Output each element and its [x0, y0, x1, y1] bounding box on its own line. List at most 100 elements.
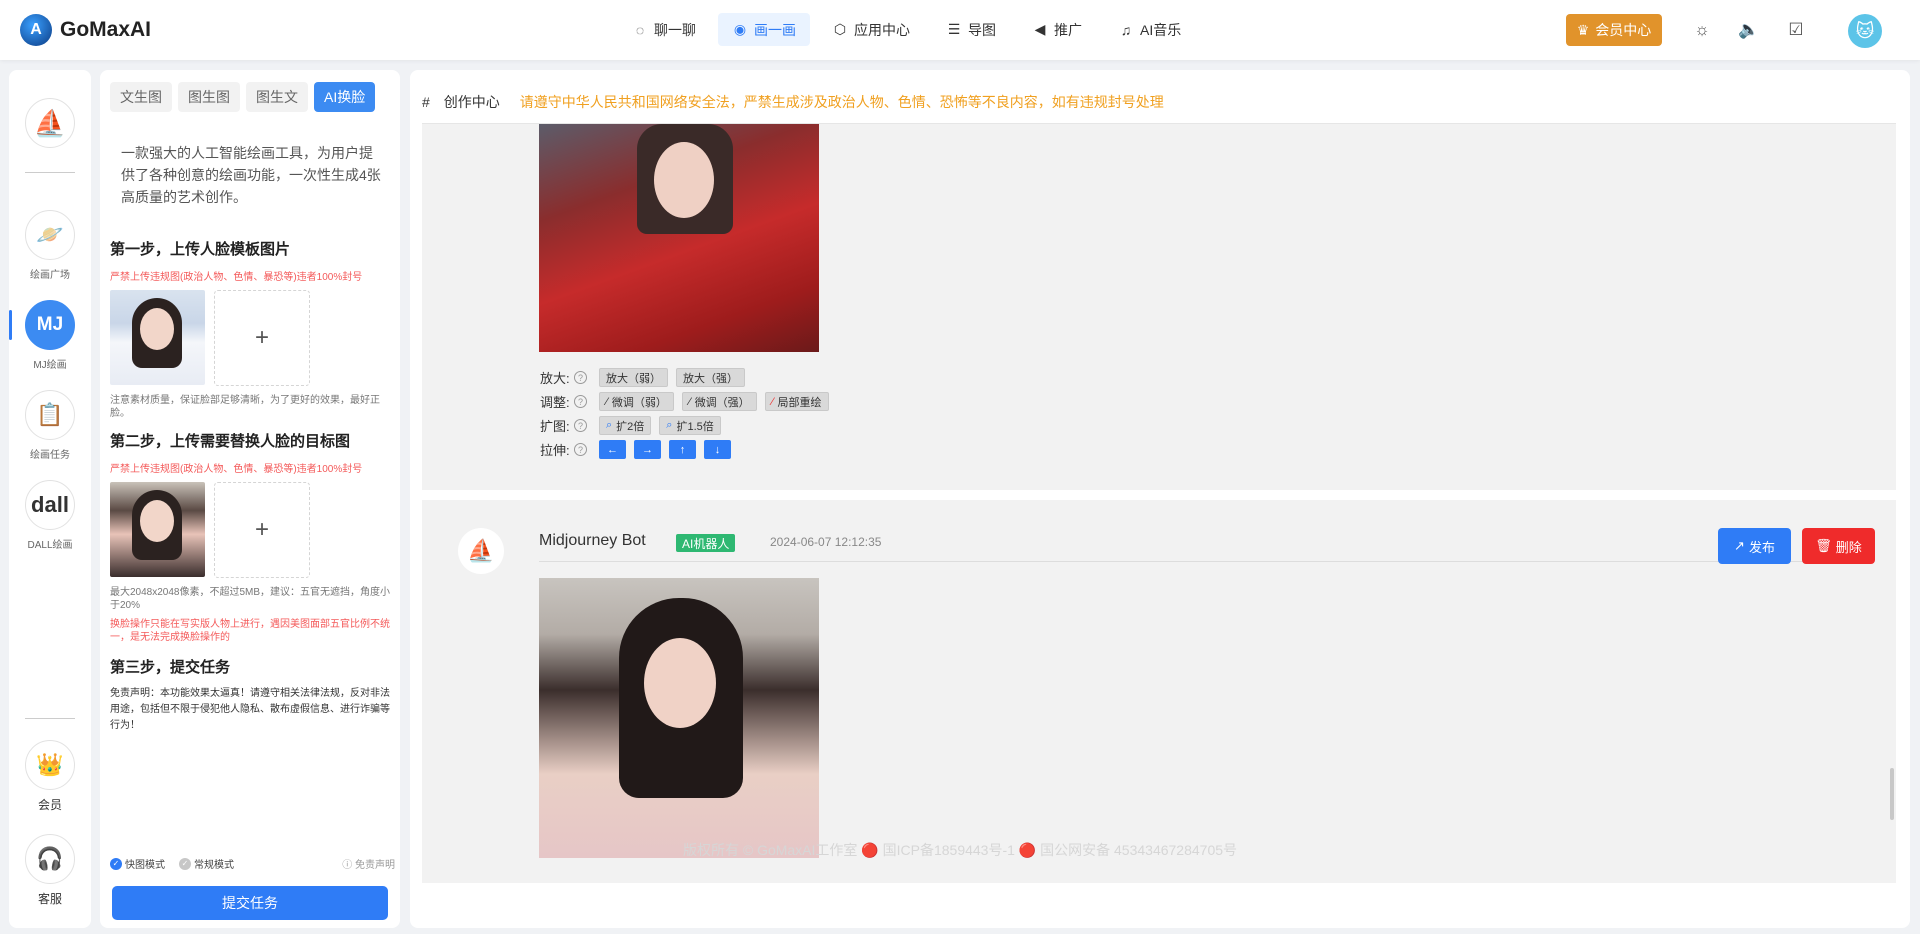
control-label: 拉伸: — [540, 443, 570, 458]
pan-right-button[interactable]: → — [634, 440, 661, 459]
chip-label: 扩1.5倍 — [676, 420, 714, 433]
safety-notice: 请遵守中华人民共和国网络安全法，严禁生成涉及政治人物、色情、恐怖等不良内容，如有… — [519, 94, 1164, 110]
mode-tabs: 文生图 图生图 图生文 AI换脸 — [110, 82, 376, 112]
volume-icon[interactable]: 🔈 — [1737, 18, 1761, 42]
thumb-face — [140, 308, 174, 350]
bot-avatar-sail-icon: ⛵ — [458, 528, 504, 574]
question-icon[interactable]: ? — [574, 443, 587, 456]
disclaimer-text: 免责声明：本功能效果太逼真！请遵守相关法律法规，反对非法用途，包括但不限于侵犯他… — [110, 688, 390, 731]
nav-music[interactable]: ♫ AI音乐 — [1104, 13, 1195, 46]
rail-label: 会员 — [37, 798, 62, 812]
logo-icon: A — [20, 14, 52, 46]
pan-left-button[interactable]: ← — [599, 440, 626, 459]
palette-icon: ◉ — [733, 21, 747, 37]
submit-task-button[interactable]: 提交任务 — [112, 886, 388, 920]
rail-item-tasks[interactable]: 📋 绘画任务 — [9, 390, 91, 461]
control-label: 调整: — [540, 395, 570, 410]
vary-strong-button[interactable]: ⁄ 微调（强） — [681, 392, 757, 411]
step2-note: 最大2048x2048像素，不超过5MB，建议：五官无遮挡，角度小于20% — [110, 587, 391, 611]
nav-chat[interactable]: ◌ 聊一聊 — [618, 13, 710, 46]
nav-label: 推广 — [1054, 21, 1082, 38]
theme-sun-icon[interactable]: ☼ — [1690, 18, 1714, 42]
button-label: 发布 — [1748, 539, 1775, 555]
thumb-face — [140, 500, 174, 542]
tab-face-swap[interactable]: AI换脸 — [314, 82, 376, 112]
zoom-strong-button[interactable]: 放大（强） — [676, 368, 745, 387]
rail-item-mj[interactable]: MJ MJ绘画 — [9, 300, 91, 371]
nav-draw[interactable]: ◉ 画一画 — [718, 13, 810, 46]
tab-image-to-text[interactable]: 图生文 — [246, 82, 308, 112]
left-rail: ⛵ 🪐 绘画广场 MJ MJ绘画 📋 绘画任务 dall DALL绘画 👑 会员… — [9, 70, 91, 928]
chip-label: 微调（弱） — [611, 396, 667, 409]
message-divider — [539, 561, 1869, 562]
zoom-weak-button[interactable]: 放大（弱） — [599, 368, 668, 387]
vary-subtle-button[interactable]: ⁄ 微调（弱） — [599, 392, 674, 411]
face-template-upload[interactable]: + — [214, 290, 310, 386]
nav-apps[interactable]: ⬡ 应用中心 — [818, 13, 924, 46]
checkin-icon[interactable]: ☑ — [1784, 18, 1808, 42]
button-label: 删除 — [1835, 539, 1862, 555]
chat-bubble-icon: ◌ — [635, 21, 645, 38]
rail-label: DALL绘画 — [27, 540, 73, 551]
step2-note-red: 换脸操作只能在写实版人物上进行，遇因美图面部五官比例不统一，是无法完成换脸操作的 — [110, 619, 390, 643]
message-timestamp: 2024-06-07 12:12:35 — [770, 535, 882, 549]
chat-feed[interactable]: 放大: ? 放大（弱） 放大（强） 调整: ? ⁄ 微调（弱） ⁄ 微调（强） ⁄ 局… — [422, 123, 1896, 883]
megaphone-icon: ◀ — [1034, 21, 1046, 37]
chip-label: 局部重绘 — [777, 396, 822, 409]
magic-wand-icon: ⁄ — [688, 395, 691, 408]
hash-icon: # — [422, 94, 430, 110]
question-icon[interactable]: ? — [574, 395, 587, 408]
footer-copyright: 版权所有 © GoMaxAI工作室 🔴 国ICP备1859443号-1 🔴 国公… — [682, 842, 1238, 858]
rail-divider — [25, 718, 75, 719]
nav-promote[interactable]: ◀ 推广 — [1018, 13, 1096, 46]
adjust-controls: 调整: ? ⁄ 微调（弱） ⁄ 微调（强） ⁄ 局部重绘 — [540, 392, 837, 411]
crown-icon: ♛ — [1576, 21, 1590, 38]
question-icon[interactable]: ? — [574, 419, 587, 432]
zoom-controls: 放大: ? 放大（弱） 放大（强） — [540, 368, 753, 387]
cube-icon: ⬡ — [833, 21, 847, 37]
settings-panel: 文生图 图生图 图生文 AI换脸 一款强大的人工智能绘画工具，为用户提供了各种创… — [100, 70, 400, 928]
ai-bot-badge: AI机器人 — [676, 534, 736, 552]
rail-item-vip[interactable]: 👑 会员 — [9, 740, 91, 813]
clipboard-icon: 📋 — [25, 390, 75, 440]
image-face — [654, 142, 714, 218]
question-icon: ⓘ — [342, 860, 355, 871]
stretch-controls: 拉伸: ? ← → ↑ ↓ — [540, 440, 739, 459]
vip-center-button[interactable]: ♛ 会员中心 — [1566, 14, 1662, 46]
app-logo[interactable]: A GoMaxAI — [20, 14, 151, 46]
rail-item-gallery[interactable]: 🪐 绘画广场 — [9, 210, 91, 281]
zoom-out-1-5x-button[interactable]: ⌕ 扩1.5倍 — [659, 416, 721, 435]
target-image-thumbnail[interactable] — [110, 482, 205, 577]
music-note-icon: ♫ — [1120, 21, 1132, 38]
vary-region-button[interactable]: ⁄ 局部重绘 — [764, 392, 829, 411]
step2-title: 第二步，上传需要替换人脸的目标图 — [110, 433, 351, 450]
nav-label: 导图 — [968, 21, 996, 38]
nav-label: 聊一聊 — [654, 21, 696, 38]
creation-center: # 创作中心 请遵守中华人民共和国网络安全法，严禁生成涉及政治人物、色情、恐怖等… — [410, 70, 1910, 928]
question-icon[interactable]: ? — [574, 371, 587, 384]
magnifier-icon: ⌕ — [666, 419, 673, 431]
delete-button[interactable]: 🗑 删除 — [1802, 528, 1875, 564]
plus-icon: + — [254, 516, 269, 543]
bot-name: Midjourney Bot — [539, 532, 646, 549]
magic-wand-icon: ⁄ — [606, 395, 608, 408]
pan-down-button[interactable]: ↓ — [704, 440, 731, 459]
tab-text-to-image[interactable]: 文生图 — [110, 82, 172, 112]
zoom-out-2x-button[interactable]: ⌕ 扩2倍 — [599, 416, 652, 435]
chat-scrollbar[interactable] — [1890, 768, 1894, 820]
rail-item-dall[interactable]: dall DALL绘画 — [9, 480, 91, 551]
top-bar: A GoMaxAI ◌ 聊一聊 ◉ 画一画 ⬡ 应用中心 ☰ 导图 ◀ 推广 ♫ AI音乐 … — [0, 0, 1920, 60]
nav-mindmap[interactable]: ☰ 导图 — [932, 13, 1010, 46]
trash-icon: 🗑 — [1815, 538, 1832, 553]
brand-sail-icon[interactable]: ⛵ — [25, 98, 75, 148]
message-separator — [422, 490, 1896, 500]
face-template-thumbnail[interactable] — [110, 290, 205, 385]
tab-image-to-image[interactable]: 图生图 — [178, 82, 240, 112]
target-image-upload[interactable]: + — [214, 482, 310, 578]
result-image[interactable] — [539, 578, 819, 858]
generated-image[interactable] — [539, 124, 819, 352]
publish-button[interactable]: ↗ 发布 — [1718, 528, 1791, 564]
user-avatar[interactable]: 🐱 — [1848, 14, 1882, 48]
pan-up-button[interactable]: ↑ — [669, 440, 696, 459]
logo-text: GoMaxAI — [60, 18, 152, 41]
